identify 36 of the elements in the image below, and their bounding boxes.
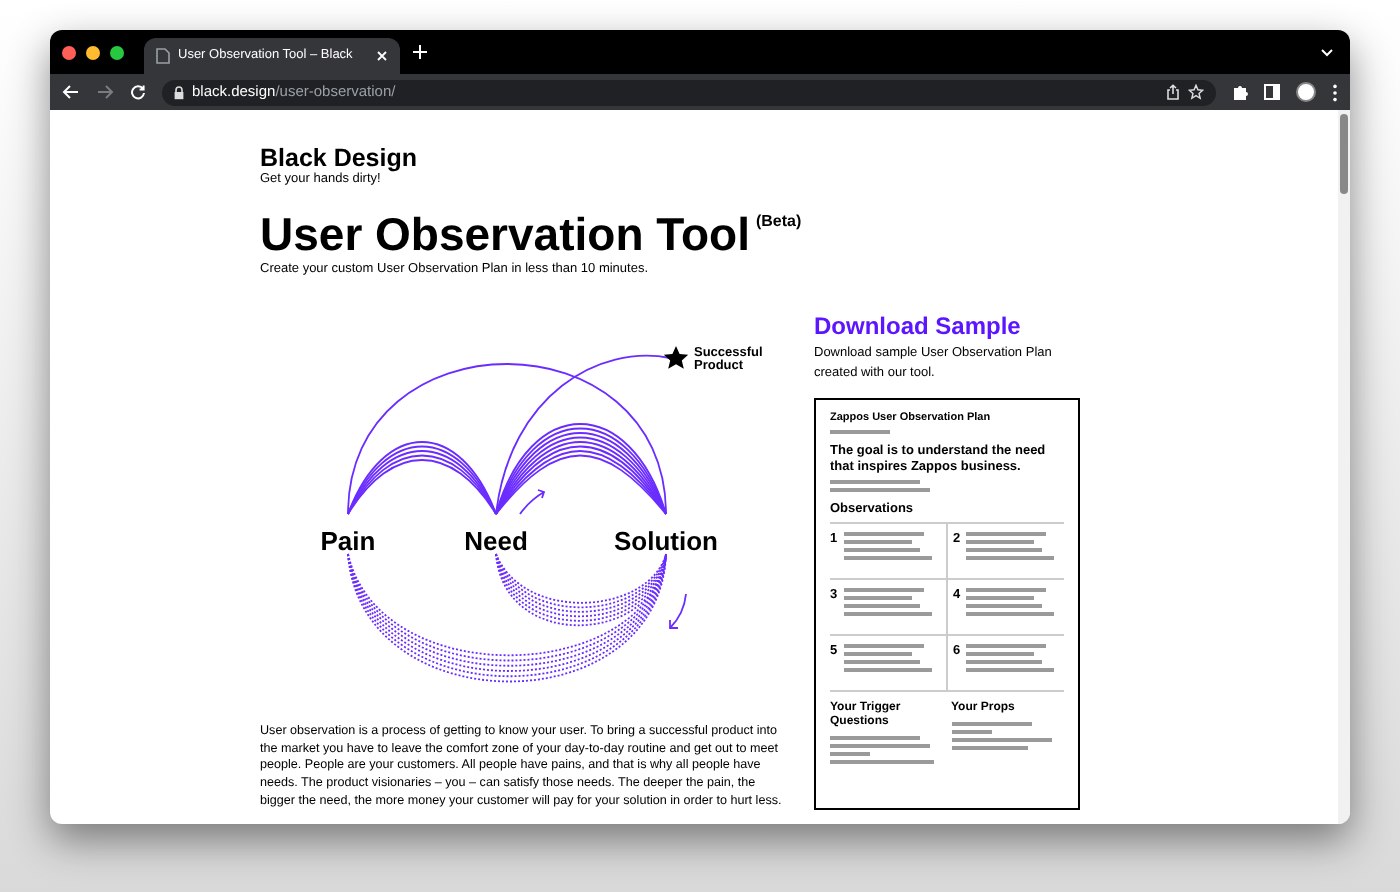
brand-name[interactable]: Black Design — [260, 144, 1338, 172]
diagram-label: Need — [464, 526, 528, 556]
diagram-label: Solution — [614, 526, 718, 556]
page-title: User Observation Tool — [260, 208, 750, 260]
new-tab-icon[interactable] — [412, 44, 428, 60]
document-icon — [156, 48, 170, 64]
text-lines-placeholder — [830, 480, 930, 492]
scrollbar[interactable] — [1338, 110, 1350, 824]
diagram-label: Pain — [320, 526, 376, 556]
text-lines-placeholder — [843, 588, 932, 616]
profile-avatar[interactable] — [1296, 82, 1316, 102]
chevron-down-icon[interactable] — [1320, 47, 1334, 57]
text-lines-placeholder — [966, 588, 1055, 616]
text-lines-placeholder — [830, 430, 890, 434]
text-lines-placeholder — [830, 736, 934, 764]
text-lines-placeholder — [843, 532, 932, 560]
reload-icon[interactable] — [130, 84, 146, 100]
text-lines-placeholder — [966, 532, 1055, 560]
text-lines-placeholder — [843, 644, 932, 672]
close-window-icon[interactable] — [62, 45, 76, 59]
text-lines-placeholder — [951, 722, 1051, 750]
star-icon — [663, 346, 689, 369]
share-icon[interactable] — [1166, 84, 1180, 100]
download-sample-link[interactable]: Download Sample — [814, 312, 1080, 340]
text-lines-placeholder — [966, 644, 1055, 672]
star-icon[interactable] — [1188, 84, 1204, 100]
forward-icon[interactable] — [96, 84, 114, 100]
lock-icon — [174, 85, 184, 99]
title-note: (Beta) — [755, 210, 802, 234]
minimize-window-icon[interactable] — [86, 45, 100, 59]
back-icon[interactable] — [62, 84, 80, 100]
more-menu-icon[interactable] — [1332, 83, 1338, 101]
close-tab-icon[interactable] — [376, 50, 388, 62]
maximize-window-icon[interactable] — [110, 45, 124, 59]
puzzle-piece-icon[interactable] — [1232, 84, 1248, 100]
side-panel-icon[interactable] — [1264, 84, 1280, 100]
